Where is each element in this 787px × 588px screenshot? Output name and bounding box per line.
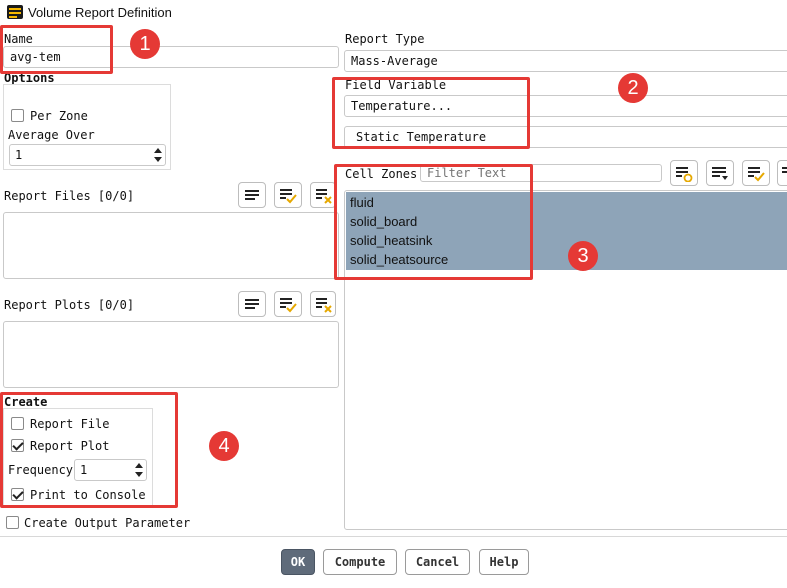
report-files-label: Report Files [0/0]: [4, 189, 135, 203]
per-zone-checkbox[interactable]: [11, 109, 24, 122]
per-zone-label: Per Zone: [30, 109, 88, 123]
window-title: Volume Report Definition: [28, 5, 172, 20]
cell-zones-deselect-all-button[interactable]: [777, 160, 787, 186]
title-bar: Volume Report Definition: [0, 0, 787, 26]
deselect-all-icon: [782, 167, 787, 173]
spin-up-icon[interactable]: [154, 148, 162, 153]
select-all-icon: [280, 189, 297, 204]
report-plots-label: Report Plots [0/0]: [4, 298, 135, 312]
annotation-badge-4: 4: [209, 431, 239, 461]
options-group: Per Zone Average Over 1: [3, 84, 171, 170]
divider: [0, 536, 787, 537]
average-over-label: Average Over: [8, 128, 95, 142]
filter-list-icon: [676, 167, 693, 182]
report-files-deselect-all-button[interactable]: [310, 182, 336, 208]
report-plots-list-button[interactable]: [238, 291, 266, 317]
average-over-spinner[interactable]: 1: [9, 144, 166, 166]
report-files-list[interactable]: [3, 212, 339, 279]
report-plots-list[interactable]: [3, 321, 339, 388]
cell-zones-sort-button[interactable]: [706, 160, 734, 186]
compute-button[interactable]: Compute: [323, 549, 397, 575]
deselect-all-icon: [316, 298, 332, 313]
report-plots-select-all-button[interactable]: [274, 291, 302, 317]
annotation-badge-1: 1: [130, 29, 160, 59]
annotation-box-2: [332, 77, 530, 149]
deselect-all-icon: [316, 189, 332, 204]
sort-icon: [712, 167, 728, 180]
spin-down-icon[interactable]: [154, 157, 162, 162]
report-files-list-button[interactable]: [238, 182, 266, 208]
create-output-parameter-checkbox[interactable]: [6, 516, 19, 529]
select-all-icon: [748, 167, 765, 182]
cell-zones-filter-list-button[interactable]: [670, 160, 698, 186]
ok-button[interactable]: OK: [281, 549, 315, 575]
annotation-box-3: [334, 164, 533, 280]
annotation-badge-3: 3: [568, 241, 598, 271]
app-logo-icon: [7, 5, 23, 19]
report-type-label: Report Type: [345, 32, 425, 46]
cell-zones-select-all-button[interactable]: [742, 160, 770, 186]
select-all-icon: [280, 298, 297, 313]
report-files-select-all-button[interactable]: [274, 182, 302, 208]
help-button[interactable]: Help: [479, 549, 529, 575]
report-type-dropdown[interactable]: Mass-Average: [344, 50, 787, 72]
annotation-badge-2: 2: [618, 73, 648, 103]
report-plots-deselect-all-button[interactable]: [310, 291, 336, 317]
cancel-button[interactable]: Cancel: [405, 549, 470, 575]
list-icon: [245, 190, 259, 200]
annotation-box-4: [0, 392, 178, 508]
annotation-box-1: [0, 25, 113, 74]
list-icon: [245, 299, 259, 309]
create-output-parameter-label: Create Output Parameter: [24, 516, 191, 530]
average-over-value: 1: [15, 148, 23, 162]
